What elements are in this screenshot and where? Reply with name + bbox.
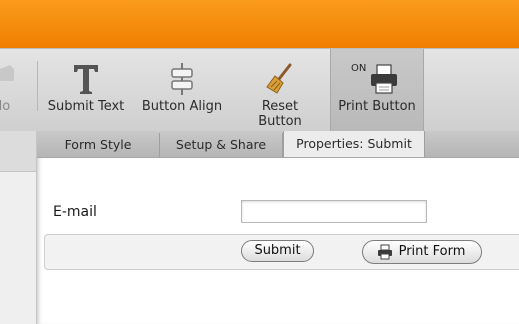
left-panel-header [0,131,36,172]
tab-setup-share[interactable]: Setup & Share [160,133,283,157]
print-form-label: Print Form [398,244,466,259]
email-field[interactable] [241,200,427,223]
tab-form-style[interactable]: Form Style [37,133,160,157]
print-button-tool[interactable]: ON Print Button [330,49,424,131]
button-align-label: Button Align [141,99,223,114]
left-panel [0,131,37,324]
reset-button-tool[interactable]: Reset Button [246,49,314,131]
undo-icon [0,61,14,97]
email-label: E-mail [53,204,97,220]
button-align-button[interactable]: Button Align [138,49,226,131]
submit-text-button[interactable]: Submit Text [44,49,128,131]
printer-icon [367,61,401,97]
properties-toolbar: do Submit Text Button Align [0,48,519,131]
undo-button[interactable]: do [0,49,18,131]
reset-button-label: Reset Button [258,99,302,129]
undo-label: do [0,99,11,114]
on-badge: ON [351,63,367,74]
tab-properties-submit[interactable]: Properties: Submit [283,131,425,157]
text-t-icon [69,61,103,97]
print-form-button[interactable]: Print Form [362,240,482,264]
tab-bar: Form Style Setup & Share Properties: Sub… [0,131,519,158]
align-icon [165,61,199,97]
submit-button[interactable]: Submit [241,240,314,262]
top-orange-bar [0,0,519,48]
print-button-label: Print Button [338,99,416,114]
toolbar-divider [37,61,38,111]
submit-text-label: Submit Text [47,99,125,114]
printer-icon [378,244,392,260]
broom-icon [263,61,297,97]
